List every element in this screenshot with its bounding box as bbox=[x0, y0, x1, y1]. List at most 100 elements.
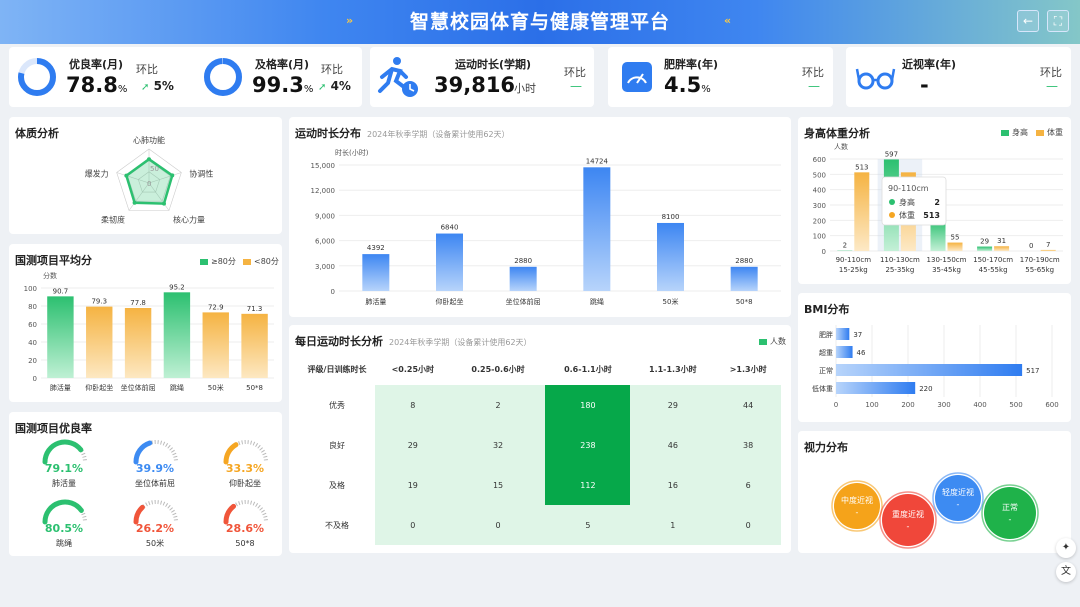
y-tick-label: 9,000 bbox=[315, 212, 335, 220]
bar bbox=[836, 328, 850, 340]
bar bbox=[854, 172, 870, 251]
table-cell: 112 bbox=[545, 465, 631, 505]
data-label: 31 bbox=[997, 237, 1006, 245]
height-weight-chart: 人数 0 100 200 300 400 500 600 2 513 90-110cm 15-25kg… bbox=[813, 142, 1063, 274]
data-label: 77.8 bbox=[130, 299, 146, 307]
y-tick-label: 超重 bbox=[819, 348, 833, 357]
x-tick-label: 130-150cm bbox=[927, 256, 967, 264]
excellent-rate-gauges: 79.1% 肺活量 39.9% 坐位体前屈 33.3% 仰卧起坐 80.5% 跳绳 26.2% 5… bbox=[42, 439, 268, 548]
tooltip-title: 90-110cm bbox=[888, 184, 929, 193]
bar bbox=[994, 246, 1010, 251]
fullscreen-button[interactable]: ⛶ bbox=[1047, 10, 1069, 32]
daily-card: 每日运动时长分析 2024年秋季学期（设备累计使用62天） 人数 评级/日训练时长… bbox=[289, 325, 791, 553]
x-tick-label: 跳绳 bbox=[170, 383, 184, 392]
radar-axis-label: 爆发力 bbox=[85, 168, 109, 178]
tooltip-value: 2 bbox=[934, 198, 940, 207]
x-tick-label: 25-35kg bbox=[885, 266, 914, 274]
bar bbox=[86, 306, 113, 378]
table-row: 优秀 8 2 180 29 44 bbox=[299, 385, 781, 425]
data-label: 597 bbox=[885, 150, 898, 158]
x-tick-label: 50*8 bbox=[246, 384, 263, 392]
gauge-value: 39.9% bbox=[136, 462, 174, 475]
gauge-arc bbox=[223, 442, 239, 465]
x-tick-label: 90-110cm bbox=[836, 256, 872, 264]
gauge-arc bbox=[42, 499, 84, 525]
radar-point bbox=[147, 157, 151, 162]
gauge-label: 坐位体前屈 bbox=[135, 478, 175, 488]
pass-rate-value: 99.3% bbox=[252, 73, 314, 97]
x-tick-label: 坐位体前屈 bbox=[506, 297, 541, 306]
bar bbox=[124, 307, 152, 378]
kpi-card-duration: 运动时长(学期) 39,816 小时 环比 — bbox=[370, 47, 594, 107]
up-arrow-icon: ➚ bbox=[141, 82, 150, 93]
data-label: 71.3 bbox=[247, 305, 263, 313]
bubble-label: 正常 bbox=[1002, 503, 1018, 512]
x-tick-label: 150-170cm bbox=[973, 256, 1013, 264]
x-tick-label: 0 bbox=[834, 401, 838, 409]
tooltip: 90-110cm 身高 2 体重 513 bbox=[881, 176, 947, 226]
data-label: 513 bbox=[855, 163, 868, 171]
gauge-label: 仰卧起坐 bbox=[229, 478, 261, 488]
table-cell: 15 bbox=[450, 465, 546, 505]
ai-assistant-button[interactable]: ✦ bbox=[1056, 538, 1076, 558]
x-tick-label: 55-65kg bbox=[1025, 266, 1054, 274]
bubble bbox=[834, 483, 880, 529]
duration-dist-chart: 时长(小时) 0 3,000 6,000 9,000 12,000 15,000 4392 肺活… bbox=[311, 148, 781, 306]
tooltip-value: 513 bbox=[923, 211, 940, 220]
bubble bbox=[935, 475, 981, 521]
bar bbox=[47, 296, 74, 378]
y-tick-label: 正常 bbox=[819, 366, 833, 375]
data-label: 0 bbox=[1029, 242, 1033, 250]
x-tick-label: 100 bbox=[865, 401, 878, 409]
bar bbox=[730, 266, 758, 291]
radar-point bbox=[124, 173, 129, 178]
back-button[interactable]: ← bbox=[1017, 10, 1039, 32]
y-tick-label: 500 bbox=[813, 171, 826, 179]
bar bbox=[657, 222, 684, 291]
gauge-value: 33.3% bbox=[226, 462, 264, 475]
duration-label: 运动时长(学期) bbox=[455, 58, 532, 71]
x-tick-label: 200 bbox=[901, 401, 914, 409]
y-tick-label: 3,000 bbox=[315, 263, 335, 271]
vision-card: 视力分布 中度近视 - 重度近视 - 轻度近视 - 正常 - bbox=[798, 431, 1071, 553]
pass-hb-label: 环比 bbox=[321, 63, 343, 76]
data-label: 2880 bbox=[735, 257, 753, 265]
bubble bbox=[984, 487, 1036, 539]
gauge-arc bbox=[42, 439, 84, 465]
physique-card: 体质分析 心肺功能 协调性 核心力量 柔韧度 爆发力 50 0 bbox=[9, 117, 282, 234]
table-cell: 46 bbox=[630, 425, 716, 465]
pass-rate-label: 及格率(月) bbox=[255, 58, 310, 71]
data-label: 46 bbox=[857, 349, 866, 357]
table-corner-header: 评级/日训练时长 bbox=[307, 364, 367, 374]
x-tick-label: 仰卧起坐 bbox=[436, 297, 464, 306]
myopia-delta: — bbox=[1046, 79, 1058, 93]
gauge-label: 跳绳 bbox=[56, 538, 72, 548]
y-tick-label: 肥胖 bbox=[819, 330, 833, 339]
data-label: 29 bbox=[980, 238, 989, 246]
table-cell: 19 bbox=[375, 465, 451, 505]
gauge-label: 50米 bbox=[146, 538, 164, 548]
table-cell: 2 bbox=[450, 385, 546, 425]
table-row-label: 不及格 bbox=[325, 520, 349, 530]
x-tick-label: 400 bbox=[973, 401, 986, 409]
table-cell: 16 bbox=[630, 465, 716, 505]
table-cell: 0 bbox=[450, 505, 546, 545]
y-tick-label: 0 bbox=[331, 288, 335, 296]
data-label: 2 bbox=[843, 242, 847, 250]
bar bbox=[947, 242, 963, 251]
table-cell: 0 bbox=[715, 505, 781, 545]
data-label: 6840 bbox=[441, 224, 459, 232]
obesity-delta: — bbox=[808, 79, 820, 93]
table-row-label: 良好 bbox=[329, 440, 345, 450]
bubble bbox=[882, 494, 934, 546]
translate-button[interactable]: 文 bbox=[1056, 562, 1076, 582]
gauge-label: 50*8 bbox=[235, 539, 254, 548]
data-label: 4392 bbox=[367, 244, 385, 252]
bmi-chart: 0 100 200 300 400 500 600 肥胖 37 超重 46 正常 517 低体重 220 bbox=[812, 325, 1059, 409]
table-cell: 5 bbox=[545, 505, 631, 545]
y-tick-label: 低体重 bbox=[812, 384, 833, 393]
duration-dist-card: 运动时长分布 2024年秋季学期（设备累计使用62天） 时长(小时) 0 3,000 6… bbox=[289, 117, 791, 317]
y-tick-label: 0 bbox=[822, 248, 826, 256]
x-tick-label: 跳绳 bbox=[590, 297, 604, 306]
table-header-row: 评级/日训练时长 <0.25小时 0.25-0.6小时 0.6-1.1小时 1.1-1.… bbox=[299, 353, 781, 385]
